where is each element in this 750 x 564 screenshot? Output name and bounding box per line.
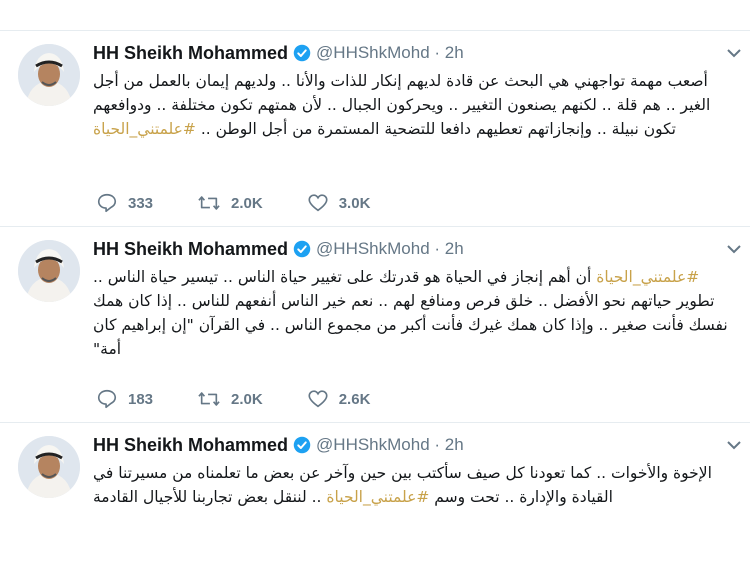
like-button[interactable]: 2.6K	[307, 388, 371, 410]
hashtag-link[interactable]: #علمتني_الحياة	[326, 488, 429, 506]
chevron-down-icon[interactable]	[724, 239, 744, 259]
verified-badge-icon	[293, 44, 311, 62]
hashtag-link[interactable]: #علمتني_الحياة	[93, 120, 196, 138]
avatar[interactable]	[18, 436, 80, 498]
like-button[interactable]: 3.0K	[307, 192, 371, 214]
tweet[interactable]: HH Sheikh Mohammed @HHShkMohd · 2h #علمت…	[0, 226, 750, 423]
avatar-photo	[18, 240, 80, 302]
tweet-text: الإخوة والأخوات .. كما تعودنا كل صيف سأك…	[93, 461, 730, 509]
tweet-text: أصعب مهمة تواجهني هي البحث عن قادة لديهم…	[93, 69, 730, 141]
retweet-icon	[198, 392, 220, 406]
tweet-header: HH Sheikh Mohammed @HHShkMohd · 2h	[93, 237, 464, 261]
heart-icon	[308, 390, 328, 408]
reply-icon	[97, 389, 117, 409]
retweet-button[interactable]: 2.0K	[197, 388, 263, 410]
author-name[interactable]: HH Sheikh Mohammed	[93, 43, 288, 64]
tweet-header: HH Sheikh Mohammed @HHShkMohd · 2h	[93, 41, 464, 65]
reply-count: 333	[128, 194, 154, 212]
tweet[interactable]: HH Sheikh Mohammed @HHShkMohd · 2h الإخو…	[0, 422, 750, 564]
verified-badge-icon	[293, 240, 311, 258]
retweet-count: 2.0K	[231, 390, 263, 408]
like-count: 3.0K	[338, 194, 371, 212]
author-name[interactable]: HH Sheikh Mohammed	[93, 239, 288, 260]
handle-time[interactable]: @HHShkMohd · 2h	[316, 239, 464, 259]
hashtag-link[interactable]: #علمتني_الحياة	[596, 268, 699, 286]
tweet-actions: 183 2.0K 2.6K	[96, 387, 414, 411]
avatar-photo	[18, 44, 80, 106]
chevron-down-icon[interactable]	[724, 43, 744, 63]
retweet-icon	[198, 196, 220, 210]
tweet[interactable]: HH Sheikh Mohammed @HHShkMohd · 2h أصعب …	[0, 30, 750, 227]
reply-count: 183	[128, 390, 154, 408]
tweet-text: #علمتني_الحياة أن أهم إنجاز في الحياة هو…	[93, 265, 730, 361]
avatar-photo	[18, 436, 80, 498]
avatar[interactable]	[18, 240, 80, 302]
tweet-actions: 333 2.0K 3.0K	[96, 191, 414, 215]
avatar[interactable]	[18, 44, 80, 106]
handle-time[interactable]: @HHShkMohd · 2h	[316, 435, 464, 455]
like-count: 2.6K	[338, 390, 371, 408]
reply-button[interactable]: 183	[96, 388, 153, 410]
reply-button[interactable]: 333	[96, 192, 153, 214]
author-name[interactable]: HH Sheikh Mohammed	[93, 435, 288, 456]
reply-icon	[97, 193, 117, 213]
handle-time[interactable]: @HHShkMohd · 2h	[316, 43, 464, 63]
chevron-down-icon[interactable]	[724, 435, 744, 455]
retweet-button[interactable]: 2.0K	[197, 192, 263, 214]
heart-icon	[308, 194, 328, 212]
tweet-header: HH Sheikh Mohammed @HHShkMohd · 2h	[93, 433, 464, 457]
verified-badge-icon	[293, 436, 311, 454]
tweet-text-content-end: .. لننقل بعض تجاربنا للأجيال القادمة	[93, 488, 327, 506]
retweet-count: 2.0K	[231, 194, 263, 212]
